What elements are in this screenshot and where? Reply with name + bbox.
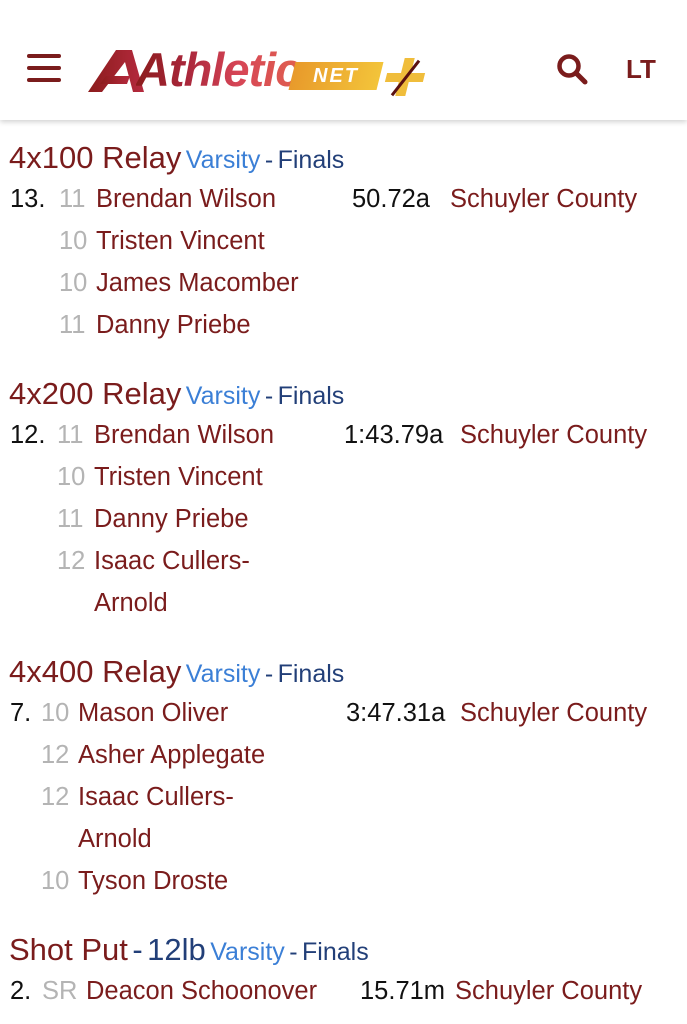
results-list: 4x100 Relay Varsity - Finals 13. 11 Bren… xyxy=(0,120,687,1024)
athlete-link[interactable]: Tristen Vincent xyxy=(94,461,263,493)
event-name-link[interactable]: Shot Put xyxy=(9,932,128,967)
place: 7. xyxy=(10,699,32,727)
team-link[interactable]: Schuyler County xyxy=(450,183,637,215)
athlete-link[interactable]: Mason Oliver xyxy=(78,697,228,729)
level-link[interactable]: Varsity xyxy=(210,938,285,966)
athlete-link[interactable]: Danny Priebe xyxy=(94,503,249,535)
top-nav-bar: Athletic NET LT xyxy=(0,0,687,120)
place: 13. xyxy=(10,185,46,213)
separator: - xyxy=(289,938,298,966)
athlete-link[interactable]: Deacon Schoonover xyxy=(86,975,317,1007)
grade: 11 xyxy=(57,505,84,533)
grade: 10 xyxy=(57,463,86,491)
level-link[interactable]: Varsity xyxy=(186,382,261,410)
plus-icon xyxy=(384,58,426,97)
athlete-link[interactable]: James Macomber xyxy=(96,267,299,299)
logo-net-text: NET xyxy=(313,65,359,87)
grade: 10 xyxy=(59,269,88,297)
hamburger-icon[interactable] xyxy=(27,54,61,82)
round-label: Finals xyxy=(277,660,345,688)
grade: 12 xyxy=(41,783,70,811)
separator: - xyxy=(264,382,274,410)
mark: 1:43.79a xyxy=(344,421,444,449)
search-icon[interactable] xyxy=(556,53,588,85)
athlete-link[interactable]: Isaac Cullers- xyxy=(94,545,250,577)
grade: 11 xyxy=(59,311,86,339)
event-title: 4x400 Relay Varsity - Finals xyxy=(9,652,344,698)
event-title: 4x200 Relay Varsity - Finals xyxy=(9,374,344,420)
grade: 10 xyxy=(41,867,70,895)
athlete-link[interactable]: Brendan Wilson xyxy=(94,419,274,451)
athlete-link[interactable]: Isaac Cullers- xyxy=(78,781,234,813)
level-link[interactable]: Varsity xyxy=(186,660,261,688)
team-link[interactable]: Schuyler County xyxy=(460,419,647,451)
level-link[interactable]: Varsity xyxy=(186,146,261,174)
athlete-link[interactable]: Asher Applegate xyxy=(78,739,265,771)
logo-wordmark: Athletic xyxy=(136,43,301,96)
athlete-link[interactable]: Danny Priebe xyxy=(96,309,251,341)
mark: 15.71m xyxy=(360,977,446,1005)
event-title: 4x100 Relay Varsity - Finals xyxy=(9,138,344,184)
athleticnet-logo[interactable]: Athletic NET xyxy=(86,40,431,100)
event-name-link[interactable]: 4x200 Relay xyxy=(9,376,181,411)
grade: 11 xyxy=(59,185,86,213)
team-link[interactable]: Schuyler County xyxy=(460,697,647,729)
team-link[interactable]: Schuyler County xyxy=(455,975,642,1007)
event-title: Shot Put - 12lb Varsity - Finals xyxy=(9,930,369,976)
athlete-link[interactable]: Brendan Wilson xyxy=(96,183,276,215)
separator: - xyxy=(264,146,274,174)
separator: - xyxy=(264,660,274,688)
grade: 12 xyxy=(41,741,70,769)
round-label: Finals xyxy=(277,146,345,174)
event-name-link[interactable]: 4x400 Relay xyxy=(9,654,181,689)
place: 12. xyxy=(10,421,46,449)
athlete-link-continued[interactable]: Arnold xyxy=(78,823,152,855)
mark: 50.72a xyxy=(352,185,430,213)
round-label: Finals xyxy=(277,382,345,410)
separator: - xyxy=(132,932,143,967)
grade: 10 xyxy=(41,699,70,727)
user-initials-button[interactable]: LT xyxy=(626,54,656,84)
implement-weight: 12lb xyxy=(147,932,206,967)
place: 2. xyxy=(10,977,32,1005)
athlete-link-continued[interactable]: Arnold xyxy=(94,587,168,619)
mark: 3:47.31a xyxy=(346,699,446,727)
athlete-link[interactable]: Tristen Vincent xyxy=(96,225,265,257)
grade: 10 xyxy=(59,227,88,255)
logo-net-badge: NET xyxy=(288,62,384,90)
grade: SR xyxy=(42,977,78,1005)
athlete-link[interactable]: Tyson Droste xyxy=(78,865,228,897)
event-name-link[interactable]: 4x100 Relay xyxy=(9,140,181,175)
grade: 11 xyxy=(57,421,84,449)
grade: 12 xyxy=(57,547,86,575)
round-label: Finals xyxy=(302,938,369,966)
